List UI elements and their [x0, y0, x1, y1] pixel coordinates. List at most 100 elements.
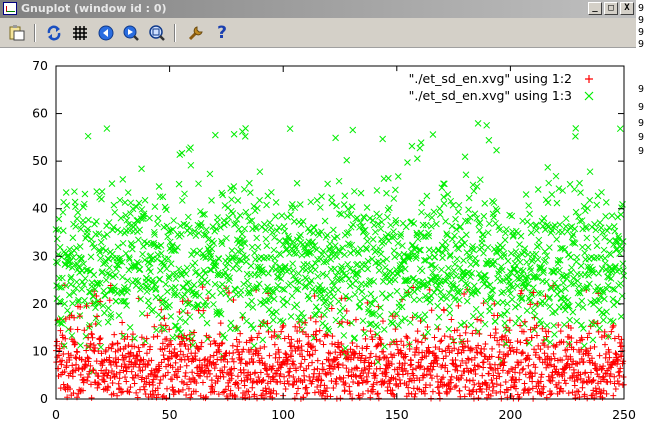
legend-label: "./et_sd_en.xvg" using 1:3 — [409, 88, 572, 103]
point-series-2 — [540, 215, 548, 222]
point-series-2 — [576, 179, 583, 187]
point-series-2 — [526, 210, 533, 218]
point-series-2 — [539, 222, 547, 230]
point-series-2 — [146, 214, 153, 222]
point-series-2 — [251, 249, 258, 257]
point-series-2 — [102, 247, 110, 255]
scatter-chart: 0 10 20 30 40 50 60 70 0 50 100 150 200 250 "./et_sd_e… — [32, 58, 636, 422]
point-series-2 — [391, 276, 399, 284]
point-series-2 — [98, 195, 105, 203]
point-series-2 — [583, 234, 591, 242]
point-series-2 — [503, 225, 510, 233]
point-series-1 — [463, 323, 470, 330]
point-series-2 — [448, 222, 456, 230]
point-series-1 — [295, 344, 302, 351]
point-series-2 — [339, 304, 347, 312]
point-series-2 — [579, 243, 586, 251]
minimize-button[interactable]: _ — [588, 2, 602, 15]
point-series-2 — [425, 246, 433, 254]
point-series-2 — [419, 281, 427, 289]
point-series-2 — [500, 288, 507, 296]
point-series-2 — [104, 270, 111, 277]
point-series-2 — [417, 139, 425, 146]
point-series-2 — [472, 305, 480, 313]
point-series-2 — [381, 343, 388, 350]
point-series-1 — [235, 385, 242, 392]
point-series-1 — [356, 380, 363, 387]
point-series-2 — [434, 302, 442, 310]
point-series-2 — [545, 179, 553, 187]
point-series-1 — [245, 388, 252, 395]
autoscale-icon[interactable] — [147, 23, 167, 43]
point-series-2 — [324, 180, 331, 188]
point-series-2 — [97, 238, 105, 246]
point-series-1 — [480, 359, 487, 366]
point-series-1 — [352, 316, 359, 323]
point-series-2 — [136, 226, 144, 234]
point-series-2 — [556, 221, 564, 228]
grid-icon[interactable] — [70, 23, 90, 43]
point-series-1 — [438, 337, 445, 344]
point-series-2 — [293, 179, 301, 187]
point-series-1 — [441, 307, 448, 314]
point-series-2 — [299, 218, 307, 225]
point-series-1 — [521, 318, 528, 325]
point-series-1 — [616, 368, 623, 375]
point-series-2 — [451, 260, 459, 268]
x-tick-label: 50 — [162, 407, 178, 422]
point-series-2 — [479, 231, 487, 239]
point-series-2 — [571, 185, 578, 193]
point-series-2 — [364, 238, 371, 245]
point-series-1 — [123, 378, 130, 385]
point-series-2 — [553, 236, 561, 243]
help-icon[interactable]: ? — [212, 23, 232, 43]
point-series-2 — [116, 196, 124, 204]
point-series-2 — [600, 316, 607, 324]
point-series-1 — [350, 379, 357, 385]
point-series-2 — [508, 296, 516, 303]
point-series-2 — [287, 211, 295, 218]
point-series-2 — [326, 240, 334, 248]
point-series-1 — [602, 341, 609, 348]
maximize-button[interactable]: □ — [604, 2, 618, 15]
point-series-2 — [435, 246, 443, 254]
point-series-2 — [462, 171, 470, 179]
point-series-1 — [448, 316, 455, 323]
point-series-1 — [307, 314, 314, 321]
point-series-1 — [620, 373, 627, 380]
options-icon[interactable] — [186, 23, 206, 43]
point-series-1 — [372, 353, 379, 360]
point-series-2 — [93, 188, 101, 195]
point-series-1 — [94, 313, 101, 320]
point-series-2 — [281, 227, 289, 235]
point-series-2 — [390, 195, 398, 202]
point-series-2 — [124, 189, 132, 196]
point-series-1 — [453, 382, 460, 389]
point-series-2 — [209, 292, 216, 300]
point-series-2 — [236, 212, 244, 219]
point-series-1 — [325, 349, 332, 356]
close-button[interactable]: X — [620, 2, 634, 15]
copy-to-clipboard-icon[interactable] — [7, 23, 27, 43]
point-series-2 — [289, 267, 297, 274]
point-series-1 — [441, 333, 448, 340]
point-series-1 — [457, 362, 464, 369]
point-series-2 — [573, 253, 581, 261]
x-tick-label: 200 — [498, 407, 522, 422]
x-tick-label: 0 — [52, 407, 60, 422]
point-series-2 — [558, 228, 566, 236]
point-series-2 — [566, 316, 574, 324]
point-series-2 — [455, 296, 463, 304]
point-series-2 — [316, 204, 324, 211]
replot-icon[interactable] — [44, 23, 64, 43]
title-bar[interactable]: Gnuplot (window id : 0) _ □ X — [0, 0, 636, 18]
point-series-2 — [577, 189, 584, 197]
point-series-2 — [102, 276, 110, 284]
point-series-1 — [543, 394, 550, 401]
point-series-2 — [617, 313, 625, 320]
point-series-2 — [177, 230, 185, 238]
point-series-1 — [335, 360, 342, 367]
point-series-1 — [412, 349, 419, 356]
previous-zoom-icon[interactable] — [96, 23, 116, 43]
next-zoom-icon[interactable] — [121, 23, 141, 43]
